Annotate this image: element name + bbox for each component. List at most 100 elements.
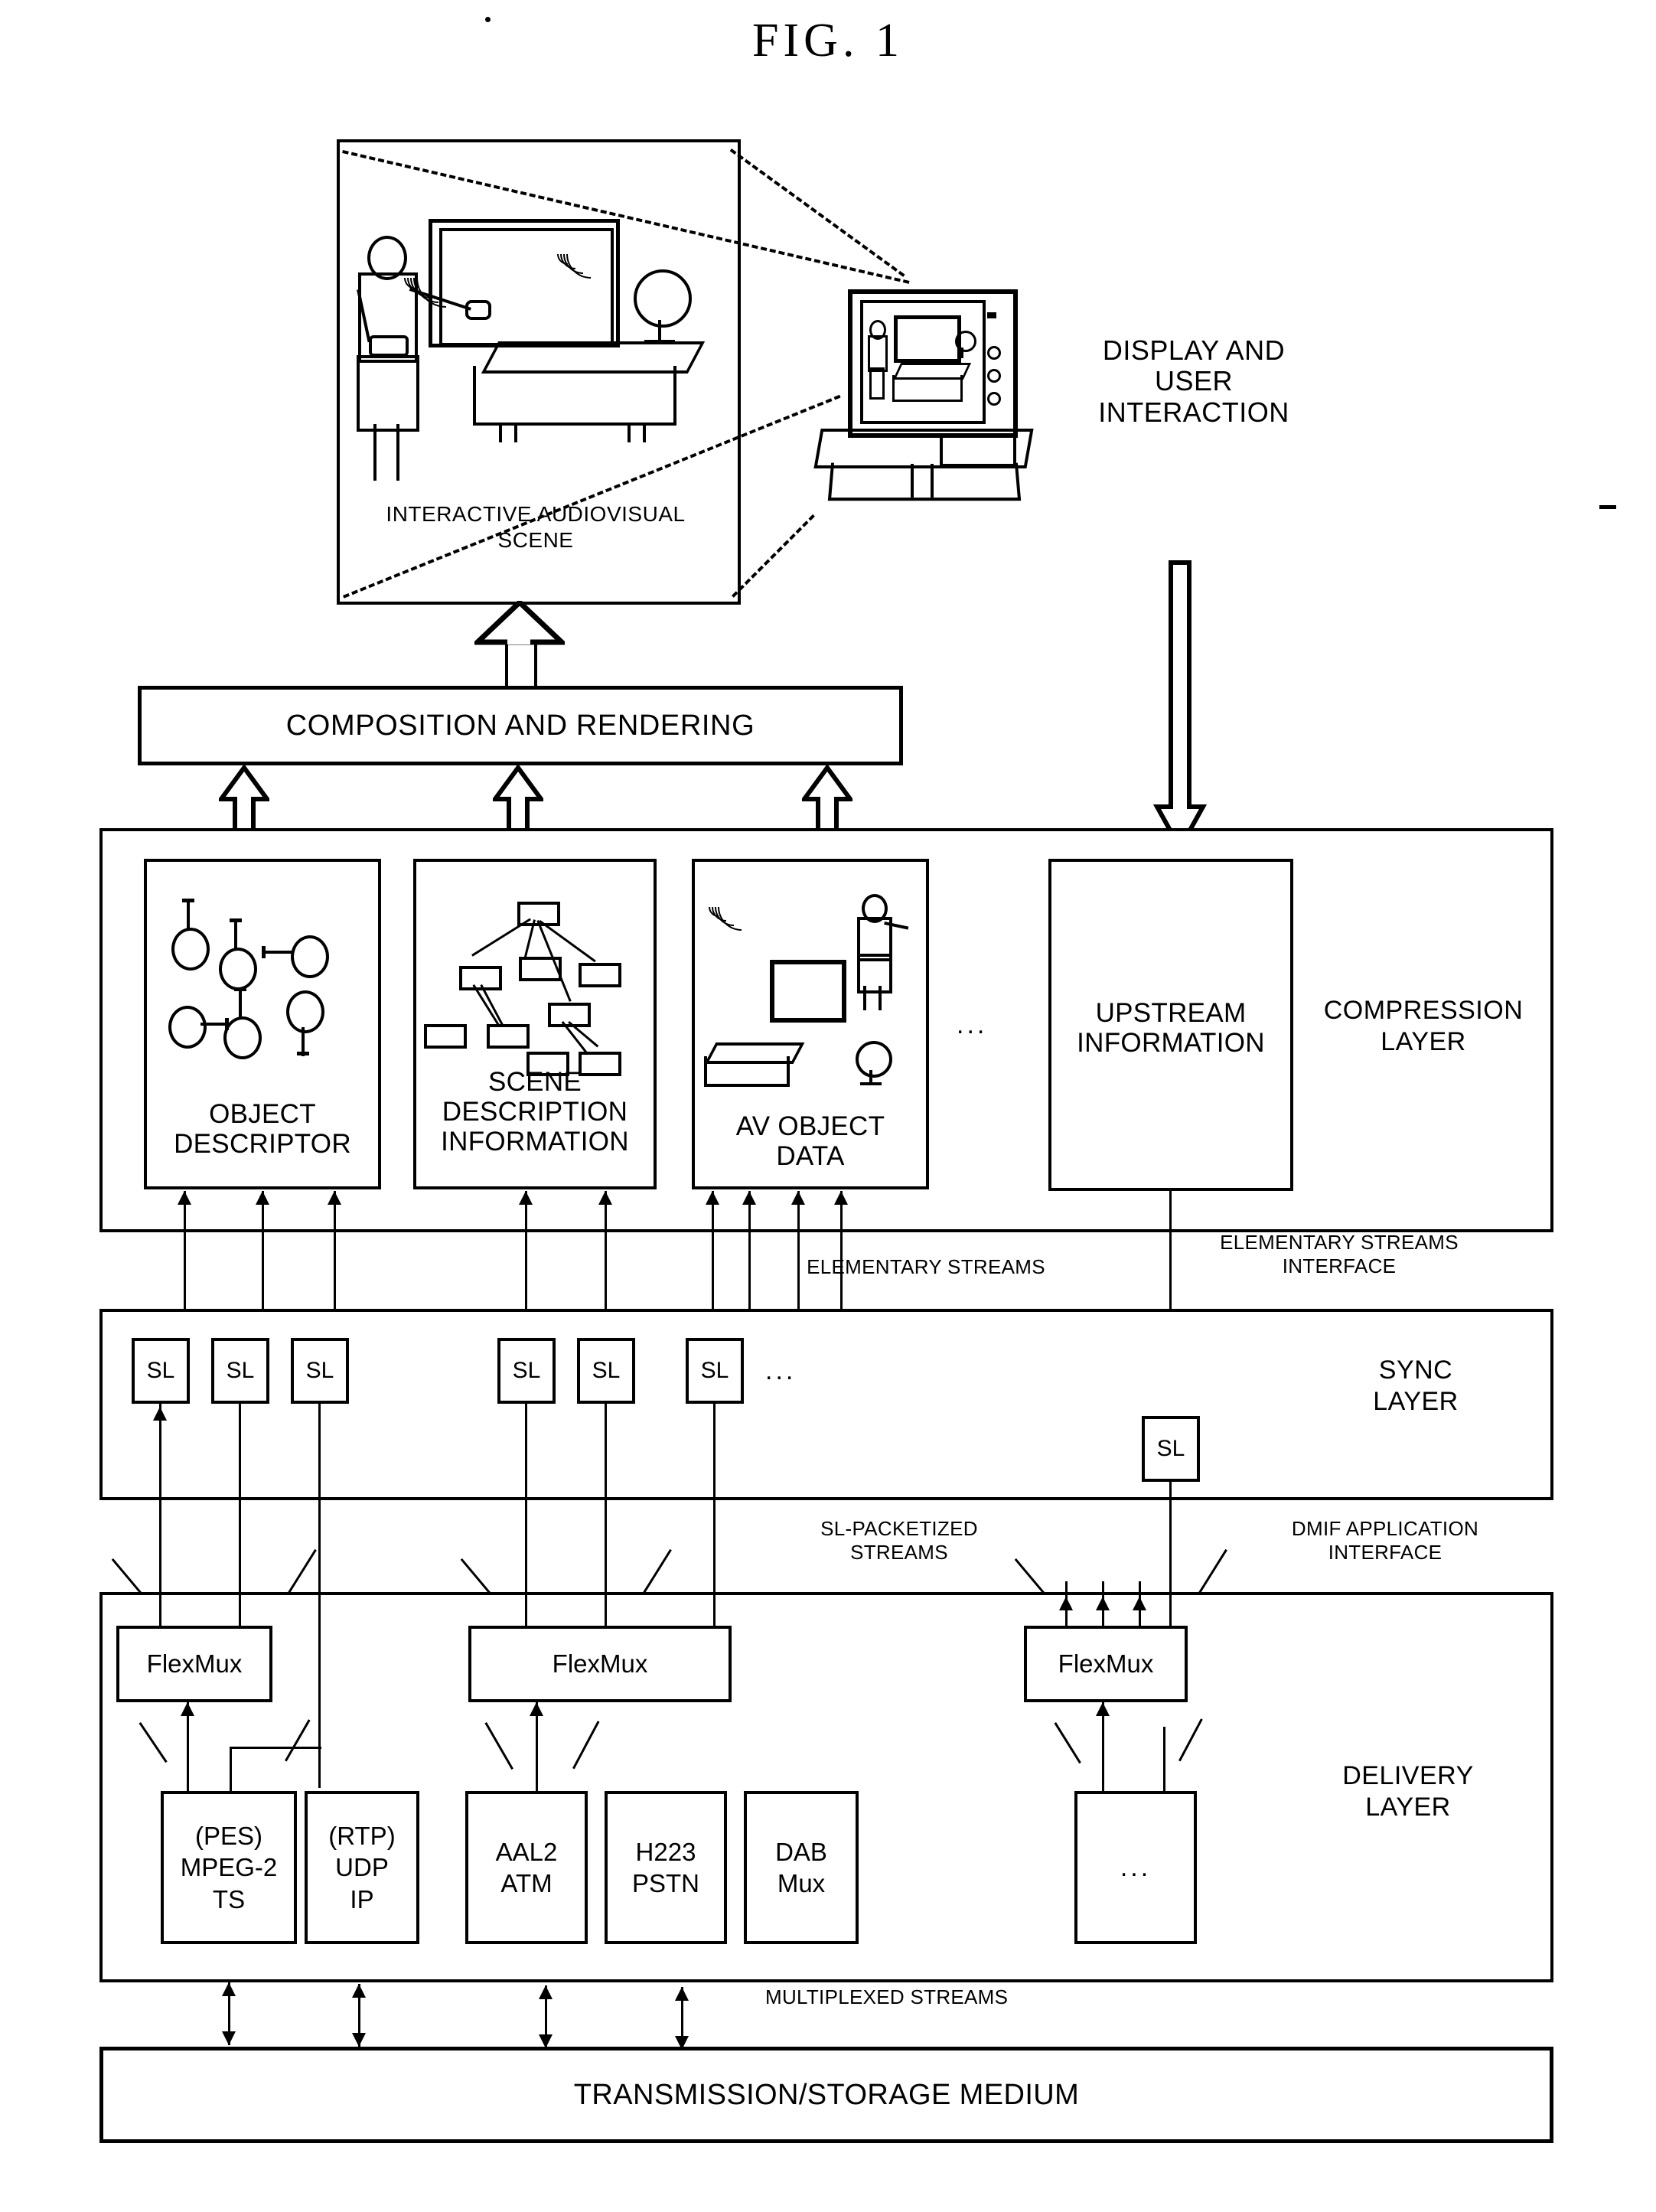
transmission-storage-medium-box: TRANSMISSION/STORAGE MEDIUM [99, 2047, 1553, 2143]
flexmux3-arrow-3 [1133, 1597, 1146, 1627]
sl-box-3[interactable]: SL [291, 1338, 349, 1404]
scene-caption-line1: INTERACTIVE AUDIOVISUAL [386, 502, 686, 526]
sl-down-line-3 [318, 1404, 321, 1500]
flexmux-bypass-line [318, 1574, 321, 1788]
globe-icon [634, 269, 692, 328]
av-video-rect-icon [770, 960, 846, 1023]
h223-line1: H223 [635, 1837, 696, 1866]
upstream-information-line1: UPSTREAM [1095, 998, 1247, 1028]
rtp-line3: IP [350, 1884, 374, 1913]
object-descriptor-box: OBJECT DESCRIPTOR [144, 859, 381, 1189]
composition-and-rendering-box: COMPOSITION AND RENDERING [138, 686, 903, 765]
sl-to-flexmux-line-3a [318, 1500, 321, 1574]
delivery-box-aal2-atm[interactable]: AAL2 ATM [465, 1791, 588, 1944]
av-object-data-line1: AV OBJECT [735, 1111, 885, 1141]
dmif-interface-line2: INTERFACE [1328, 1541, 1442, 1564]
display-label-line2: USER [1154, 365, 1234, 397]
scene-caption: INTERACTIVE AUDIOVISUAL SCENE [337, 501, 735, 553]
compression-layer-label-line1: COMPRESSION [1323, 996, 1524, 1025]
pes-line3: TS [212, 1884, 246, 1913]
flexmux-bypass-down [230, 1747, 232, 1793]
delivery-box-pes-mpeg2-ts[interactable]: (PES) MPEG-2 TS [161, 1791, 297, 1944]
figure-title: FIG. 1 [752, 15, 904, 67]
sdi-line3: INFORMATION [441, 1127, 629, 1157]
sl-down-line-5 [605, 1404, 607, 1500]
sl-box-1[interactable]: SL [132, 1338, 190, 1404]
sl-packetized-streams-label: SL-PACKETIZED STREAMS [758, 1517, 1041, 1564]
perspective-line-top2 [729, 148, 905, 277]
sl-box-4[interactable]: SL [497, 1338, 556, 1404]
multiplexed-streams-label: MULTIPLEXED STREAMS [765, 1985, 1009, 2008]
display-label-line1: DISPLAY AND [1102, 334, 1286, 366]
flexmux3-arrow-2 [1096, 1597, 1110, 1627]
delivery-layer-label: DELIVERY LAYER [1293, 1760, 1523, 1823]
upstream-information-label: UPSTREAM INFORMATION [1051, 998, 1290, 1058]
flexmux-box-3[interactable]: FlexMux [1024, 1626, 1188, 1702]
scene-description-information-box: SCENE DESCRIPTION INFORMATION [413, 859, 657, 1189]
aal2-line1: AAL2 [495, 1837, 558, 1866]
display-label-line3: INTERACTION [1098, 396, 1289, 428]
perspective-line-bottom2 [732, 514, 815, 598]
sync-layer-label-line1: SYNC [1378, 1356, 1453, 1385]
dab-line1: DAB [775, 1837, 827, 1866]
flexmux3-arrow-1 [1059, 1597, 1073, 1627]
sl-to-flexmux-line-4 [525, 1500, 527, 1627]
sl-down-line-4 [525, 1404, 527, 1500]
sl-to-flexmux-line-6 [713, 1500, 716, 1627]
compression-layer-ellipsis: ... [957, 1010, 988, 1039]
mux-arrow-2 [352, 1984, 366, 2047]
sl-down-line-6 [713, 1404, 716, 1500]
globe-stem [658, 320, 661, 341]
sl-box-upstream[interactable]: SL [1142, 1416, 1200, 1482]
composition-and-rendering-label: COMPOSITION AND RENDERING [285, 709, 755, 742]
flexmux-box-1[interactable]: FlexMux [116, 1626, 272, 1702]
es-interface-line2: INTERFACE [1282, 1254, 1397, 1278]
delivery-box-dab-mux[interactable]: DAB Mux [744, 1791, 859, 1944]
scan-artifact-dash [1599, 505, 1616, 509]
sl-box-2[interactable]: SL [211, 1338, 269, 1404]
sl-packetized-line1: SL-PACKETIZED [820, 1517, 978, 1540]
elementary-streams-interface-label: ELEMENTARY STREAMS INTERFACE [1178, 1231, 1500, 1278]
sl-to-flexmux-line-2 [239, 1500, 241, 1627]
flexmux3-out-line-2 [1163, 1727, 1165, 1796]
sync-layer-label: SYNC LAYER [1301, 1355, 1530, 1418]
h223-line2: PSTN [631, 1869, 699, 1897]
sl-to-flexmux-line-1 [159, 1500, 161, 1627]
av-object-data-box: AV OBJECT DATA [692, 859, 929, 1189]
sl-to-flexmux-line-upstream [1169, 1581, 1172, 1627]
pes-line2: MPEG-2 [180, 1853, 278, 1882]
transmission-storage-medium-label: TRANSMISSION/STORAGE MEDIUM [573, 2078, 1080, 2111]
mux-arrow-3 [539, 1985, 553, 2048]
elementary-streams-label: ELEMENTARY STREAMS [807, 1255, 1045, 1278]
upstream-information-box: UPSTREAM INFORMATION [1048, 859, 1293, 1191]
rtp-line1: (RTP) [328, 1822, 396, 1851]
delivery-layer-label-line2: LAYER [1365, 1792, 1451, 1822]
flexmux3-out-line [1096, 1702, 1110, 1796]
sync-layer-label-line2: LAYER [1373, 1386, 1459, 1416]
flexmux2-out-line [530, 1702, 543, 1796]
pes-line1: (PES) [194, 1822, 262, 1851]
delivery-box-rtp-udp-ip[interactable]: (RTP) UDP IP [305, 1791, 419, 1944]
display-user-interaction-label: DISPLAY AND USER INTERACTION [1041, 334, 1347, 428]
sl-down-line-2 [239, 1404, 241, 1500]
sdi-line1: SCENE [487, 1067, 582, 1097]
scene-description-information-label: SCENE DESCRIPTION INFORMATION [416, 1067, 654, 1157]
compression-layer-label-line2: LAYER [1381, 1026, 1466, 1056]
flexmux-bypass-hline [230, 1747, 321, 1749]
scene-caption-line2: SCENE [497, 527, 574, 552]
sl-box-6[interactable]: SL [686, 1338, 744, 1404]
av-object-data-label: AV OBJECT DATA [695, 1111, 926, 1171]
rtp-line2: UDP [335, 1853, 389, 1882]
upstream-information-line2: INFORMATION [1077, 1028, 1265, 1059]
sl-to-flexmux-line-5 [605, 1500, 607, 1627]
scan-artifact-dot [485, 17, 491, 22]
dab-line2: Mux [777, 1869, 826, 1897]
mux-arrow-4 [675, 1987, 689, 2050]
delivery-box-h223-pstn[interactable]: H223 PSTN [605, 1791, 727, 1944]
delivery-box-other[interactable]: ... [1074, 1791, 1197, 1944]
flexmux-box-2[interactable]: FlexMux [468, 1626, 732, 1702]
object-descriptor-line1: OBJECT [209, 1099, 316, 1129]
sl-down-line-upstream [1169, 1482, 1172, 1581]
flexmux1-out-line [181, 1702, 194, 1796]
sl-box-5[interactable]: SL [577, 1338, 635, 1404]
